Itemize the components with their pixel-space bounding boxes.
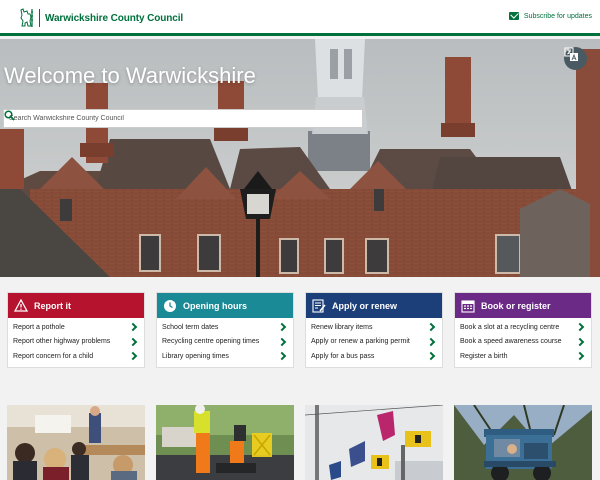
link-label: Book a speed awareness course xyxy=(460,338,562,346)
card-title: Opening hours xyxy=(183,300,247,311)
card-opening-hours: Opening hours School term dates Recyclin… xyxy=(156,292,294,368)
link-label: Library opening times xyxy=(162,352,229,360)
link-label: Renew library items xyxy=(311,323,373,331)
chevron-right-icon xyxy=(277,337,287,346)
list-item[interactable]: Report a pothole xyxy=(8,320,144,335)
list-item[interactable]: Book a slot at a recycling centre xyxy=(455,320,591,335)
link-label: School term dates xyxy=(162,323,219,331)
card-title: Book or register xyxy=(481,300,551,311)
council-name: Warwickshire County Council xyxy=(45,12,184,24)
subscribe-label: Subscribe for updates xyxy=(523,12,592,20)
bear-and-ragged-staff-logo xyxy=(20,8,33,27)
card-header[interactable]: Apply or renew xyxy=(306,293,442,318)
list-item[interactable]: Book a speed awareness course xyxy=(455,335,591,350)
card-title: Apply or renew xyxy=(332,300,398,311)
list-item[interactable]: Report other highway problems xyxy=(8,335,144,350)
link-label: Report concern for a child xyxy=(13,352,94,360)
chevron-right-icon xyxy=(277,323,287,332)
roadworks-photo[interactable] xyxy=(156,405,294,480)
chevron-right-icon xyxy=(128,337,138,346)
road-signs-photo[interactable] xyxy=(305,405,443,480)
card-report-it: Report it Report a pothole Report other … xyxy=(7,292,145,368)
chevron-right-icon xyxy=(128,323,138,332)
translate-button[interactable] xyxy=(564,47,587,70)
card-header[interactable]: Opening hours xyxy=(157,293,293,318)
chevron-right-icon xyxy=(426,352,436,361)
quick-links: Report it Report a pothole Report other … xyxy=(7,292,593,368)
link-label: Recycling centre opening times xyxy=(162,338,260,346)
classroom-photo[interactable] xyxy=(7,405,145,480)
chevron-right-icon xyxy=(426,323,436,332)
calendar-icon xyxy=(461,299,475,313)
search-button[interactable] xyxy=(4,110,362,127)
link-label: Book a slot at a recycling centre xyxy=(460,323,560,331)
site-header: Warwickshire County Council Subscribe fo… xyxy=(0,0,600,36)
list-item[interactable]: Register a birth xyxy=(455,349,591,364)
council-logo[interactable]: Warwickshire County Council xyxy=(18,8,183,28)
envelope-icon xyxy=(508,12,519,20)
warning-icon xyxy=(14,299,28,313)
card-book-or-register: Book or register Book a slot at a recycl… xyxy=(454,292,592,368)
list-item[interactable]: Report concern for a child xyxy=(8,349,144,364)
search-input[interactable] xyxy=(4,115,344,122)
list-item[interactable]: Apply for a bus pass xyxy=(306,349,442,364)
chevron-right-icon xyxy=(277,352,287,361)
utility-vehicle-photo[interactable] xyxy=(454,405,592,480)
hero-banner: Welcome to Warwickshire xyxy=(0,39,600,277)
link-label: Report a pothole xyxy=(13,323,65,331)
link-label: Register a birth xyxy=(460,352,508,360)
list-item[interactable]: Library opening times xyxy=(157,349,293,364)
subscribe-link[interactable]: Subscribe for updates xyxy=(508,12,592,20)
link-label: Apply for a bus pass xyxy=(311,352,375,360)
link-label: Report other highway problems xyxy=(13,338,111,346)
chevron-right-icon xyxy=(426,337,436,346)
form-icon xyxy=(312,298,326,313)
search-icon xyxy=(4,110,15,121)
translate-icon xyxy=(564,47,578,61)
search-bar xyxy=(3,109,363,128)
card-title: Report it xyxy=(34,300,71,311)
card-apply-or-renew: Apply or renew Renew library items Apply… xyxy=(305,292,443,368)
feature-tiles xyxy=(7,405,593,480)
list-item[interactable]: Apply or renew a parking permit xyxy=(306,335,442,350)
chevron-right-icon xyxy=(128,352,138,361)
card-header[interactable]: Report it xyxy=(8,293,144,318)
link-label: Apply or renew a parking permit xyxy=(311,338,410,346)
list-item[interactable]: School term dates xyxy=(157,320,293,335)
hero-title: Welcome to Warwickshire xyxy=(4,63,256,88)
chevron-right-icon xyxy=(575,352,585,361)
card-header[interactable]: Book or register xyxy=(455,293,591,318)
clock-icon xyxy=(163,299,177,313)
chevron-right-icon xyxy=(575,323,585,332)
chevron-right-icon xyxy=(575,337,585,346)
list-item[interactable]: Recycling centre opening times xyxy=(157,335,293,350)
logo-divider xyxy=(39,9,40,27)
list-item[interactable]: Renew library items xyxy=(306,320,442,335)
